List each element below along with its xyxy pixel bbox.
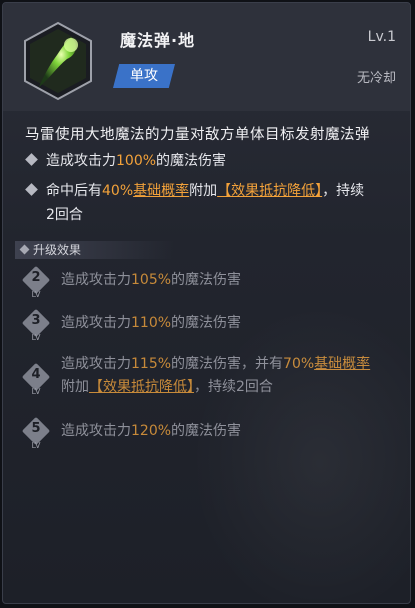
- diamond-icon: [19, 244, 30, 255]
- diamond-bullet-icon: [25, 153, 38, 166]
- effect-bullet-damage: 造成攻击力100%的魔法伤害: [25, 149, 226, 173]
- upgrade-text-5: 造成攻击力120%的魔法伤害: [61, 423, 242, 439]
- skill-level: Lv.1: [367, 29, 396, 45]
- effect-bullet-debuff: 命中后有40%基础概率附加【效果抵抗降低】，持续 2回合: [25, 179, 364, 227]
- cooldown-label: 无冷却: [356, 71, 396, 86]
- green-magic-bolt-icon: [24, 21, 92, 101]
- skill-tooltip-panel: 魔法弹·地 Lv.1 单攻 无冷却 马雷使用大地魔法的力量对敌方单体目标发射魔法…: [2, 2, 411, 604]
- level-badge-3: 3 LV: [21, 308, 51, 344]
- upgrade-section-header: 升级效果: [15, 241, 175, 259]
- level-badge-2: 2 LV: [21, 265, 51, 301]
- upgrade-text-3: 造成攻击力110%的魔法伤害: [61, 315, 242, 331]
- level-badge-4: 4 LV: [21, 362, 51, 398]
- skill-name: 魔法弹·地: [120, 31, 196, 50]
- skill-type-tag: 单攻: [113, 64, 175, 88]
- level-badge-5: 5 LV: [21, 416, 51, 452]
- upgrade-text-4: 造成攻击力115%的魔法伤害，并有70%基础概率 附加【效果抵抗降低】，持续2回…: [61, 356, 371, 395]
- diamond-bullet-icon: [25, 183, 38, 196]
- skill-description: 马雷使用大地魔法的力量对敌方单体目标发射魔法弹: [25, 127, 370, 143]
- upgrade-text-2: 造成攻击力105%的魔法伤害: [61, 272, 242, 288]
